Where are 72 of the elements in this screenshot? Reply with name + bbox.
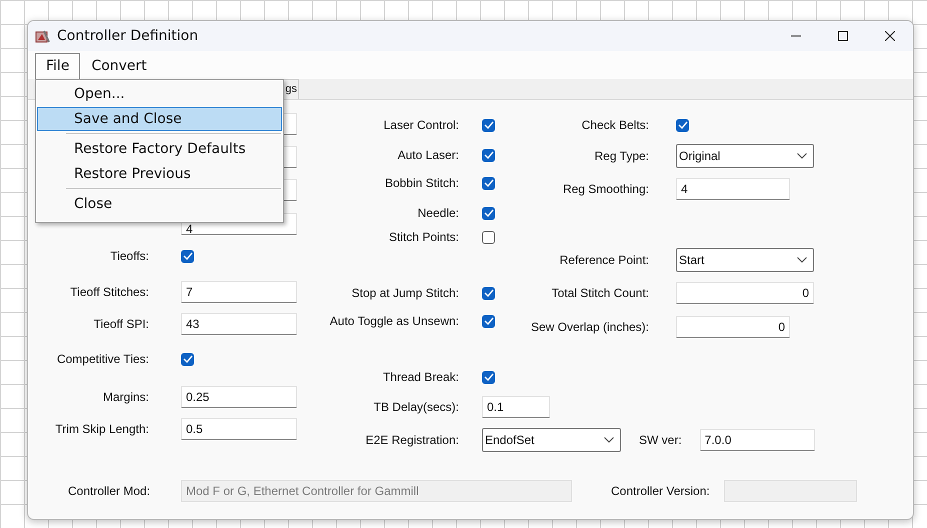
close-icon (884, 31, 894, 41)
field-label: Reference Point: (558, 253, 649, 267)
chevron-down-icon (797, 153, 807, 159)
field-label: Tieoff Stitches: (69, 285, 149, 299)
input-field[interactable]: 0.5 (181, 418, 297, 440)
input-field[interactable]: 0.25 (181, 386, 297, 408)
check-icon (484, 179, 494, 187)
input-field[interactable]: 4 (676, 178, 790, 200)
field-label: Needle: (416, 206, 459, 220)
dropdown[interactable]: EndofSet (482, 428, 621, 452)
menu-item[interactable]: Convert (80, 53, 158, 79)
field-label: Thread Break: (382, 370, 459, 384)
input-field[interactable]: 7 (181, 281, 297, 303)
field-label: Reg Smoothing: (562, 182, 649, 196)
checkbox[interactable] (181, 352, 194, 366)
field-label: Sew Overlap (inches): (530, 320, 649, 334)
field-label: E2E Registration: (364, 433, 459, 447)
check-icon (484, 151, 494, 159)
field-label: Check Belts: (580, 118, 649, 132)
maximize-icon (838, 31, 848, 41)
input-field[interactable]: 0.1 (482, 396, 550, 418)
window-title: Controller Definition (57, 28, 198, 44)
checkbox[interactable] (482, 206, 495, 220)
field-label: SW ver: (639, 433, 682, 447)
field-label: Controller Mod: (68, 484, 152, 498)
field-label: Auto Toggle as Unsewn: (328, 314, 459, 328)
field-label: Tieoff SPI: (92, 317, 149, 331)
input-field[interactable]: 7.0.0 (700, 429, 815, 451)
check-icon (182, 252, 192, 260)
field-label: Competitive Ties: (56, 352, 149, 366)
check-icon (484, 121, 494, 129)
menu-item[interactable]: Restore Factory Defaults (37, 137, 282, 161)
checkbox[interactable] (181, 250, 194, 262)
field-label: Margins: (102, 390, 149, 404)
dropdown[interactable]: Original (676, 144, 814, 168)
input-field[interactable]: 0 (676, 282, 814, 304)
field-label: Trim Skip Length: (54, 422, 149, 436)
field-label: Stop at Jump Stitch: (350, 286, 459, 300)
input-field[interactable]: 0 (676, 316, 790, 338)
chevron-down-icon (604, 437, 614, 443)
checkbox[interactable] (482, 314, 495, 328)
field-label: Tieoffs: (109, 249, 149, 263)
field-label: Bobbin Stitch: (384, 176, 459, 190)
checkbox[interactable] (482, 118, 495, 132)
menu-item[interactable]: Open... (37, 82, 282, 106)
menu-item[interactable]: File (35, 53, 80, 79)
menu-item[interactable]: Save and Close (37, 107, 282, 131)
input-field[interactable]: 43 (181, 313, 297, 335)
field-label: Controller Version: (611, 484, 711, 498)
app-icon (35, 28, 50, 44)
menu-item[interactable]: Restore Previous (37, 162, 282, 186)
checkbox[interactable] (676, 118, 689, 132)
field-label: Total Stitch Count: (550, 286, 649, 300)
field-label: Reg Type: (594, 149, 649, 163)
checkbox[interactable] (482, 230, 495, 244)
menu-item[interactable]: Close (37, 192, 282, 216)
check-icon (678, 121, 688, 129)
dropdown[interactable]: Start (676, 248, 814, 272)
check-icon (484, 373, 494, 381)
checkbox[interactable] (482, 370, 495, 384)
check-icon (484, 317, 494, 325)
field-label: Auto Laser: (396, 148, 459, 162)
check-icon (484, 209, 494, 217)
checkbox[interactable] (482, 286, 495, 300)
checkbox[interactable] (482, 148, 495, 162)
field-label: TB Delay(secs): (372, 400, 459, 414)
checkbox[interactable] (482, 176, 495, 190)
check-icon (484, 289, 494, 297)
chevron-down-icon (797, 257, 807, 263)
field-label: Stitch Points: (388, 230, 459, 244)
check-icon (182, 355, 192, 363)
field-label: Laser Control: (382, 118, 459, 132)
